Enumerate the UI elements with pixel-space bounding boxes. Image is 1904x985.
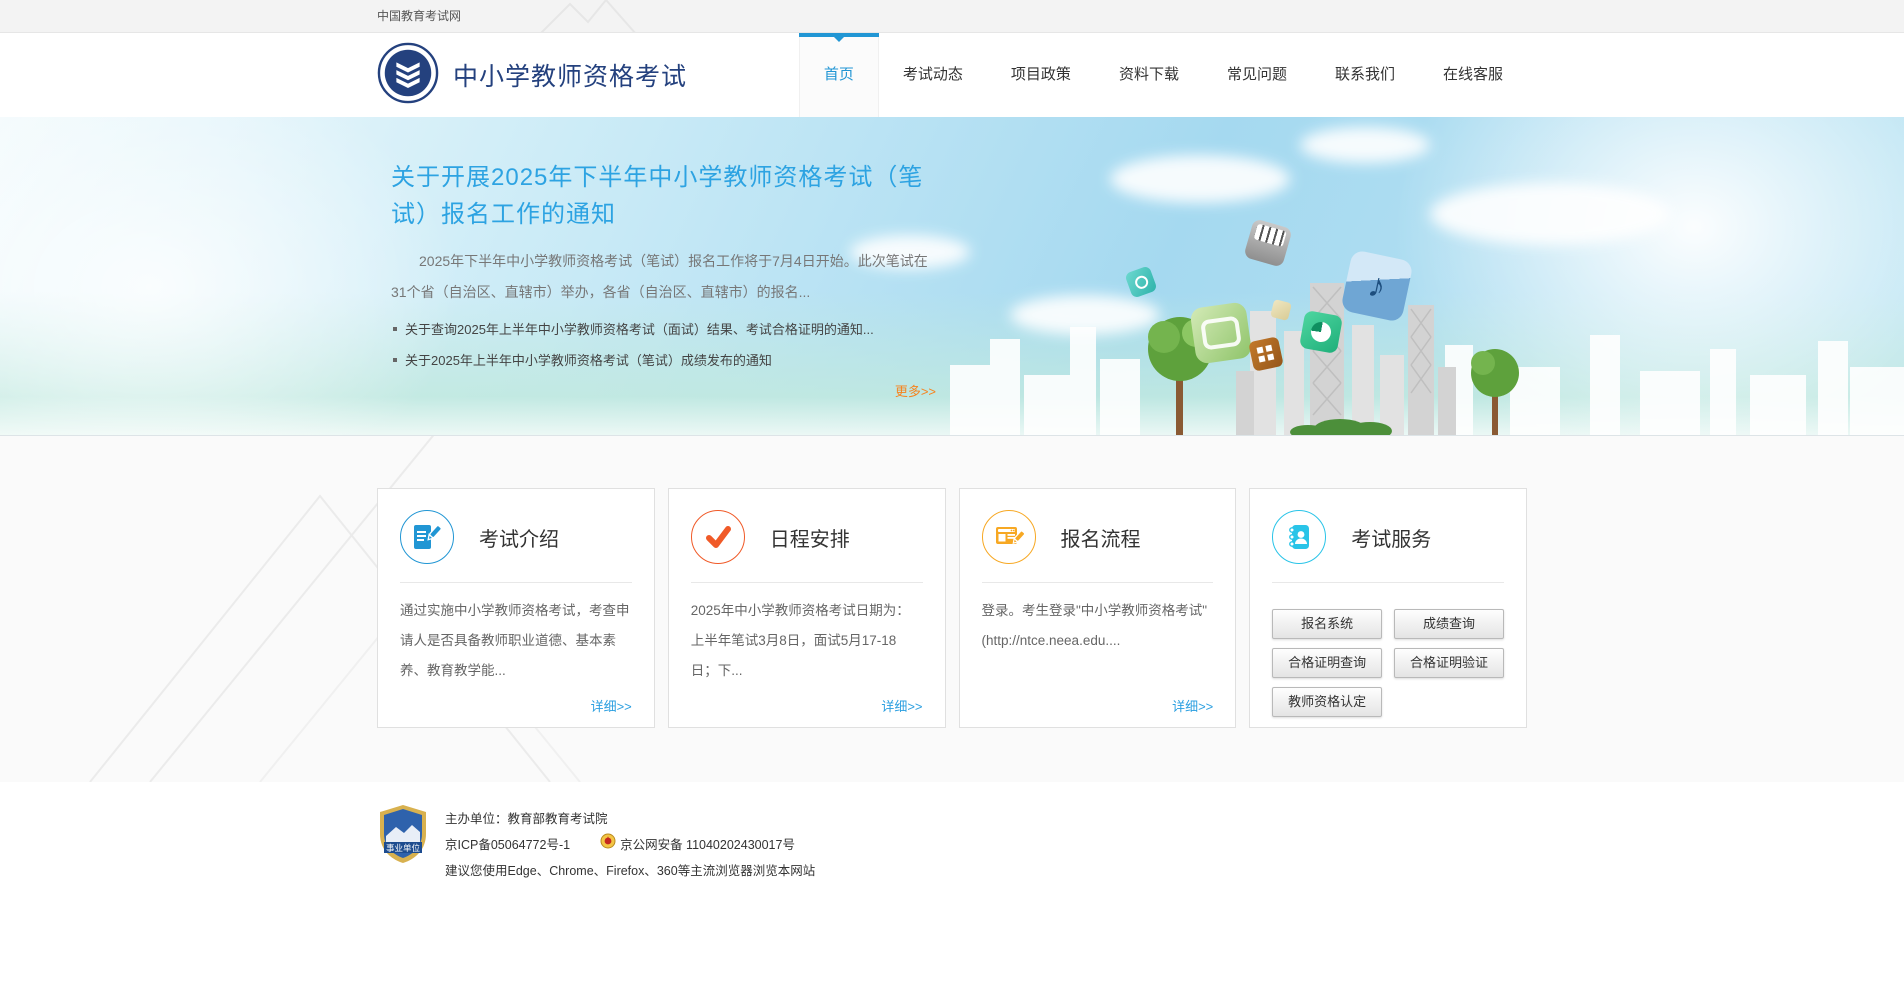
main-navigation: 首页 考试动态 项目政策 资料下载 常见问题 联系我们 在线客服	[799, 33, 1527, 117]
top-utility-bar: 中国教育考试网	[0, 0, 1904, 33]
card-exam-introduction: 考试介绍 通过实施中小学教师资格考试，考查申请人是否具备教师职业道德、基本素养、…	[377, 488, 655, 728]
service-button-grid: 报名系统 成绩查询 合格证明查询 合格证明验证 教师资格认定	[1272, 609, 1504, 717]
public-institution-badge: 事业单位	[377, 804, 429, 869]
site-title: 中小学教师资格考试	[453, 57, 687, 93]
news-item-link[interactable]: 关于查询2025年上半年中小学教师资格考试（面试）结果、考试合格证明的通知...	[391, 314, 937, 345]
card-exam-services: 考试服务 报名系统 成绩查询 合格证明查询 合格证明验证 教师资格认定	[1249, 488, 1527, 728]
police-record-text: 京公网安备 11040202430017号	[620, 832, 795, 858]
certificate-query-button[interactable]: 合格证明查询	[1272, 648, 1382, 678]
card-divider	[400, 582, 632, 583]
notice-title-link[interactable]: 关于开展2025年下半年中小学教师资格考试（笔试）报名工作的通知	[391, 159, 925, 233]
card-header: 报名流程	[982, 510, 1214, 564]
card-divider	[1272, 582, 1504, 583]
bush-decoration	[1290, 419, 1392, 435]
registration-form-pencil-icon	[982, 510, 1036, 564]
nav-item-faq[interactable]: 常见问题	[1203, 33, 1311, 117]
parent-site-link[interactable]: 中国教育考试网	[377, 0, 461, 33]
site-header: 中小学教师资格考试 首页 考试动态 项目政策 资料下载 常见问题 联系我们 在线…	[0, 33, 1904, 117]
site-footer: 事业单位 主办单位：教育部教育考试院 京ICP备05064772号-1 京公网安…	[0, 782, 1904, 884]
card-body-text: 2025年中小学教师资格考试日期为：上半年笔试3月8日，面试5月17-18日；下…	[691, 596, 923, 686]
exam-intro-document-pencil-icon	[400, 510, 454, 564]
teacher-qualification-button[interactable]: 教师资格认定	[1272, 687, 1382, 717]
card-header: 考试服务	[1272, 510, 1504, 564]
certificate-verify-button[interactable]: 合格证明验证	[1394, 648, 1504, 678]
svg-text:事业单位: 事业单位	[386, 843, 421, 853]
detail-link[interactable]: 详细>>	[881, 696, 922, 715]
police-badge-icon	[600, 832, 616, 858]
card-title: 报名流程	[1061, 523, 1141, 552]
card-body-text: 通过实施中小学教师资格考试，考查申请人是否具备教师职业道德、基本素养、教育教学能…	[400, 596, 632, 686]
footer-info: 主办单位：教育部教育考试院 京ICP备05064772号-1 京公网安备 110…	[445, 804, 815, 884]
nav-item-contact[interactable]: 联系我们	[1311, 33, 1419, 117]
notice-summary: 2025年下半年中小学教师资格考试（笔试）报名工作将于7月4日开始。此次笔试在3…	[391, 246, 936, 308]
card-registration-process: 报名流程 登录。考生登录"中小学教师资格考试"(http://ntce.neea…	[959, 488, 1237, 728]
banner-notice-panel: 关于开展2025年下半年中小学教师资格考试（笔试）报名工作的通知 2025年下半…	[377, 117, 937, 400]
schedule-checkmark-icon	[691, 510, 745, 564]
card-header: 日程安排	[691, 510, 923, 564]
nav-item-downloads[interactable]: 资料下载	[1095, 33, 1203, 117]
card-body-text: 登录。考生登录"中小学教师资格考试"(http://ntce.neea.edu.…	[982, 596, 1214, 656]
nav-item-exam-news[interactable]: 考试动态	[879, 33, 987, 117]
ntce-emblem-icon	[377, 42, 439, 109]
nav-item-policies[interactable]: 项目政策	[987, 33, 1095, 117]
nav-item-online-service[interactable]: 在线客服	[1419, 33, 1527, 117]
cards-row: 考试介绍 通过实施中小学教师资格考试，考查申请人是否具备教师职业道德、基本素养、…	[377, 436, 1527, 728]
score-query-button[interactable]: 成绩查询	[1394, 609, 1504, 639]
card-header: 考试介绍	[400, 510, 632, 564]
hero-banner: 关于开展2025年下半年中小学教师资格考试（笔试）报名工作的通知 2025年下半…	[0, 117, 1904, 436]
nav-item-home[interactable]: 首页	[799, 33, 879, 117]
card-title: 日程安排	[770, 523, 850, 552]
card-schedule: 日程安排 2025年中小学教师资格考试日期为：上半年笔试3月8日，面试5月17-…	[668, 488, 946, 728]
card-divider	[982, 582, 1214, 583]
card-divider	[691, 582, 923, 583]
browser-tip-text: 建议您使用Edge、Chrome、Firefox、360等主流浏览器浏览本网站	[445, 858, 815, 884]
detail-link[interactable]: 详细>>	[1172, 696, 1213, 715]
detail-link[interactable]: 详细>>	[591, 696, 632, 715]
icp-record-text: 京ICP备05064772号-1	[445, 832, 570, 858]
news-item-link[interactable]: 关于2025年上半年中小学教师资格考试（笔试）成绩发布的通知	[391, 345, 937, 376]
registration-system-button[interactable]: 报名系统	[1272, 609, 1382, 639]
card-title: 考试介绍	[479, 523, 559, 552]
service-contact-book-icon	[1272, 510, 1326, 564]
feature-cards-section: 考试介绍 通过实施中小学教师资格考试，考查申请人是否具备教师职业道德、基本素养、…	[0, 436, 1904, 782]
card-title: 考试服务	[1351, 523, 1431, 552]
news-list: 关于查询2025年上半年中小学教师资格考试（面试）结果、考试合格证明的通知...…	[391, 314, 937, 376]
organizer-line: 主办单位：教育部教育考试院	[445, 806, 815, 832]
more-news-link[interactable]: 更多>>	[391, 381, 936, 400]
site-logo[interactable]: 中小学教师资格考试	[377, 42, 687, 109]
